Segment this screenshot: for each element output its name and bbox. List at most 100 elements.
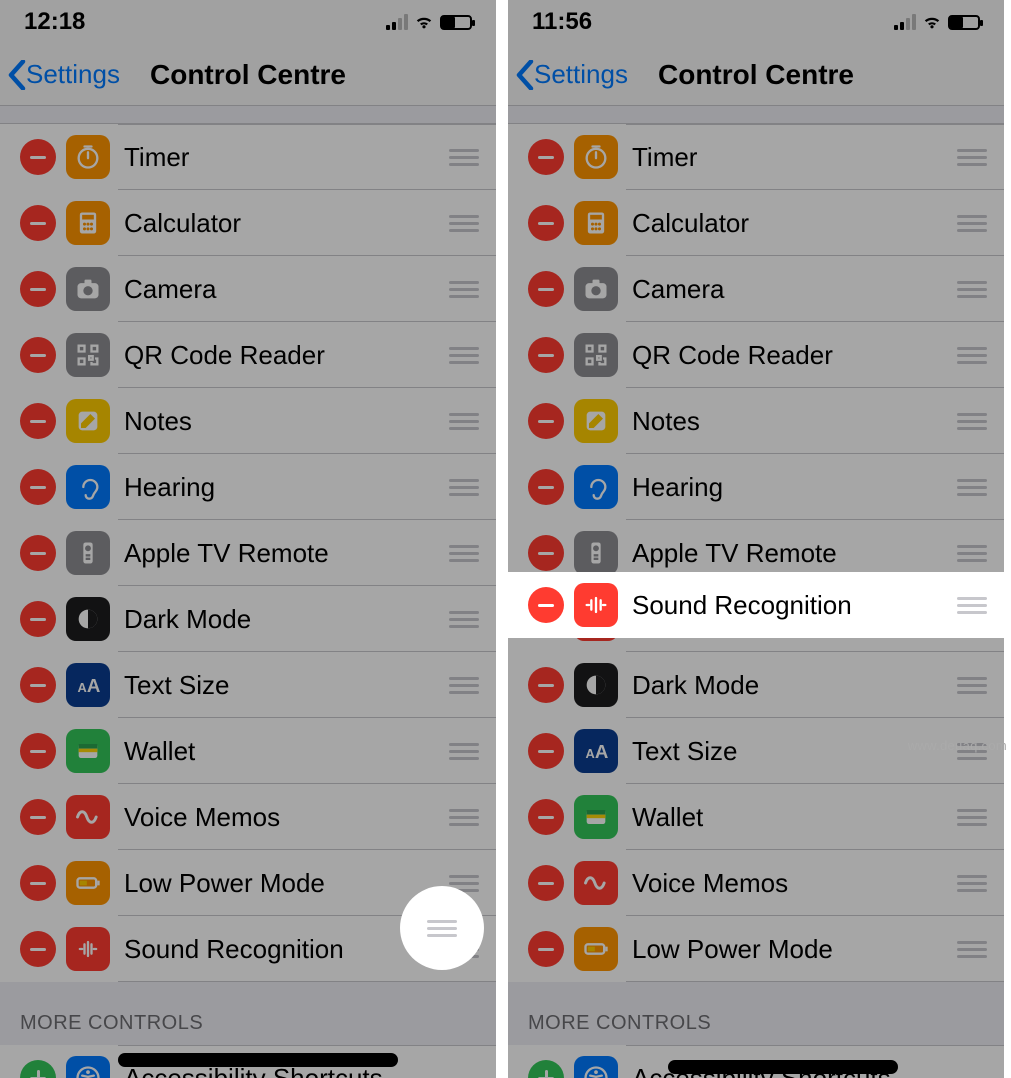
list-row: Camera	[508, 256, 1004, 322]
reorder-handle-icon[interactable]	[954, 215, 990, 232]
list-row: Hearing	[508, 454, 1004, 520]
section-header-more: MORE CONTROLS	[508, 982, 1004, 1045]
remove-button[interactable]	[528, 931, 564, 967]
soundrecog-icon	[66, 927, 110, 971]
svg-text:A: A	[586, 746, 595, 761]
row-label: Camera	[632, 274, 954, 305]
remote-icon	[574, 531, 618, 575]
remove-button[interactable]	[528, 587, 564, 623]
row-label: Low Power Mode	[124, 868, 446, 899]
remove-button[interactable]	[528, 799, 564, 835]
add-button[interactable]	[528, 1060, 564, 1078]
remove-button[interactable]	[20, 667, 56, 703]
remove-button[interactable]	[528, 337, 564, 373]
reorder-handle-icon[interactable]	[446, 677, 482, 694]
list-row: Dark Mode	[0, 586, 496, 652]
remove-button[interactable]	[20, 535, 56, 571]
list-row: Voice Memos	[508, 850, 1004, 916]
row-label: Apple TV Remote	[632, 538, 954, 569]
reorder-handle-icon[interactable]	[954, 597, 990, 614]
voicememos-icon	[574, 861, 618, 905]
qr-icon	[574, 333, 618, 377]
reorder-handle-icon[interactable]	[446, 611, 482, 628]
reorder-handle-icon[interactable]	[954, 347, 990, 364]
reorder-handle-icon[interactable]	[446, 413, 482, 430]
list-row: QR Code Reader	[508, 322, 1004, 388]
remove-button[interactable]	[528, 205, 564, 241]
reorder-handle-icon[interactable]	[954, 149, 990, 166]
remove-button[interactable]	[20, 931, 56, 967]
row-label: Wallet	[632, 802, 954, 833]
remove-button[interactable]	[20, 865, 56, 901]
highlight-reorder-handle	[400, 886, 484, 970]
row-label: Hearing	[632, 472, 954, 503]
add-button[interactable]	[20, 1060, 56, 1078]
back-button[interactable]: Settings	[0, 59, 120, 90]
status-icons	[386, 14, 472, 30]
remove-button[interactable]	[528, 733, 564, 769]
row-label: Calculator	[632, 208, 954, 239]
list-row: Dark Mode	[508, 652, 1004, 718]
list-row: Notes	[0, 388, 496, 454]
reorder-handle-icon[interactable]	[954, 809, 990, 826]
reorder-handle-icon[interactable]	[446, 743, 482, 760]
remove-button[interactable]	[20, 469, 56, 505]
remove-button[interactable]	[528, 469, 564, 505]
reorder-handle-icon[interactable]	[954, 941, 990, 958]
remove-button[interactable]	[528, 139, 564, 175]
status-time: 12:18	[24, 8, 85, 36]
list-row: Calculator	[508, 190, 1004, 256]
back-label: Settings	[26, 59, 120, 90]
row-label: Wallet	[124, 736, 446, 767]
svg-text:A: A	[595, 741, 608, 762]
row-label: Notes	[124, 406, 446, 437]
battery-icon	[948, 15, 980, 30]
reorder-handle-icon[interactable]	[446, 545, 482, 562]
list-row: Camera	[0, 256, 496, 322]
row-label: QR Code Reader	[124, 340, 446, 371]
reorder-handle-icon[interactable]	[446, 347, 482, 364]
reorder-handle-icon[interactable]	[446, 149, 482, 166]
remove-button[interactable]	[20, 271, 56, 307]
reorder-handle-icon[interactable]	[954, 281, 990, 298]
included-controls-list: TimerCalculatorCameraQR Code ReaderNotes…	[508, 124, 1004, 982]
back-button[interactable]: Settings	[508, 59, 628, 90]
reorder-handle-icon[interactable]	[954, 413, 990, 430]
lowpower-icon	[574, 927, 618, 971]
reorder-handle-icon[interactable]	[424, 920, 460, 937]
reorder-handle-icon[interactable]	[954, 545, 990, 562]
wallet-icon	[66, 729, 110, 773]
timer-icon	[66, 135, 110, 179]
svg-text:A: A	[78, 680, 87, 695]
reorder-handle-icon[interactable]	[446, 809, 482, 826]
remove-button[interactable]	[20, 403, 56, 439]
list-row: Wallet	[0, 718, 496, 784]
reorder-handle-icon[interactable]	[954, 677, 990, 694]
reorder-handle-icon[interactable]	[954, 479, 990, 496]
remove-button[interactable]	[20, 205, 56, 241]
reorder-handle-icon[interactable]	[446, 281, 482, 298]
remove-button[interactable]	[528, 403, 564, 439]
status-time: 11:56	[532, 8, 592, 36]
reorder-handle-icon[interactable]	[446, 479, 482, 496]
redaction-bar	[668, 1060, 898, 1074]
reorder-handle-icon[interactable]	[954, 875, 990, 892]
nav-bar: Settings Control Centre	[0, 44, 496, 106]
remove-button[interactable]	[20, 733, 56, 769]
remove-button[interactable]	[20, 601, 56, 637]
remove-button[interactable]	[528, 271, 564, 307]
remove-button[interactable]	[20, 799, 56, 835]
reorder-handle-icon[interactable]	[446, 215, 482, 232]
remove-button[interactable]	[20, 337, 56, 373]
row-label: Dark Mode	[632, 670, 954, 701]
cellular-icon	[894, 14, 916, 30]
remove-button[interactable]	[528, 667, 564, 703]
remove-button[interactable]	[528, 865, 564, 901]
nav-bar: Settings Control Centre	[508, 44, 1004, 106]
remove-button[interactable]	[528, 535, 564, 571]
row-label: Sound Recognition	[124, 934, 446, 965]
remove-button[interactable]	[20, 139, 56, 175]
status-bar: 11:56	[508, 0, 1004, 44]
wallet-icon	[574, 795, 618, 839]
row-label: Notes	[632, 406, 954, 437]
